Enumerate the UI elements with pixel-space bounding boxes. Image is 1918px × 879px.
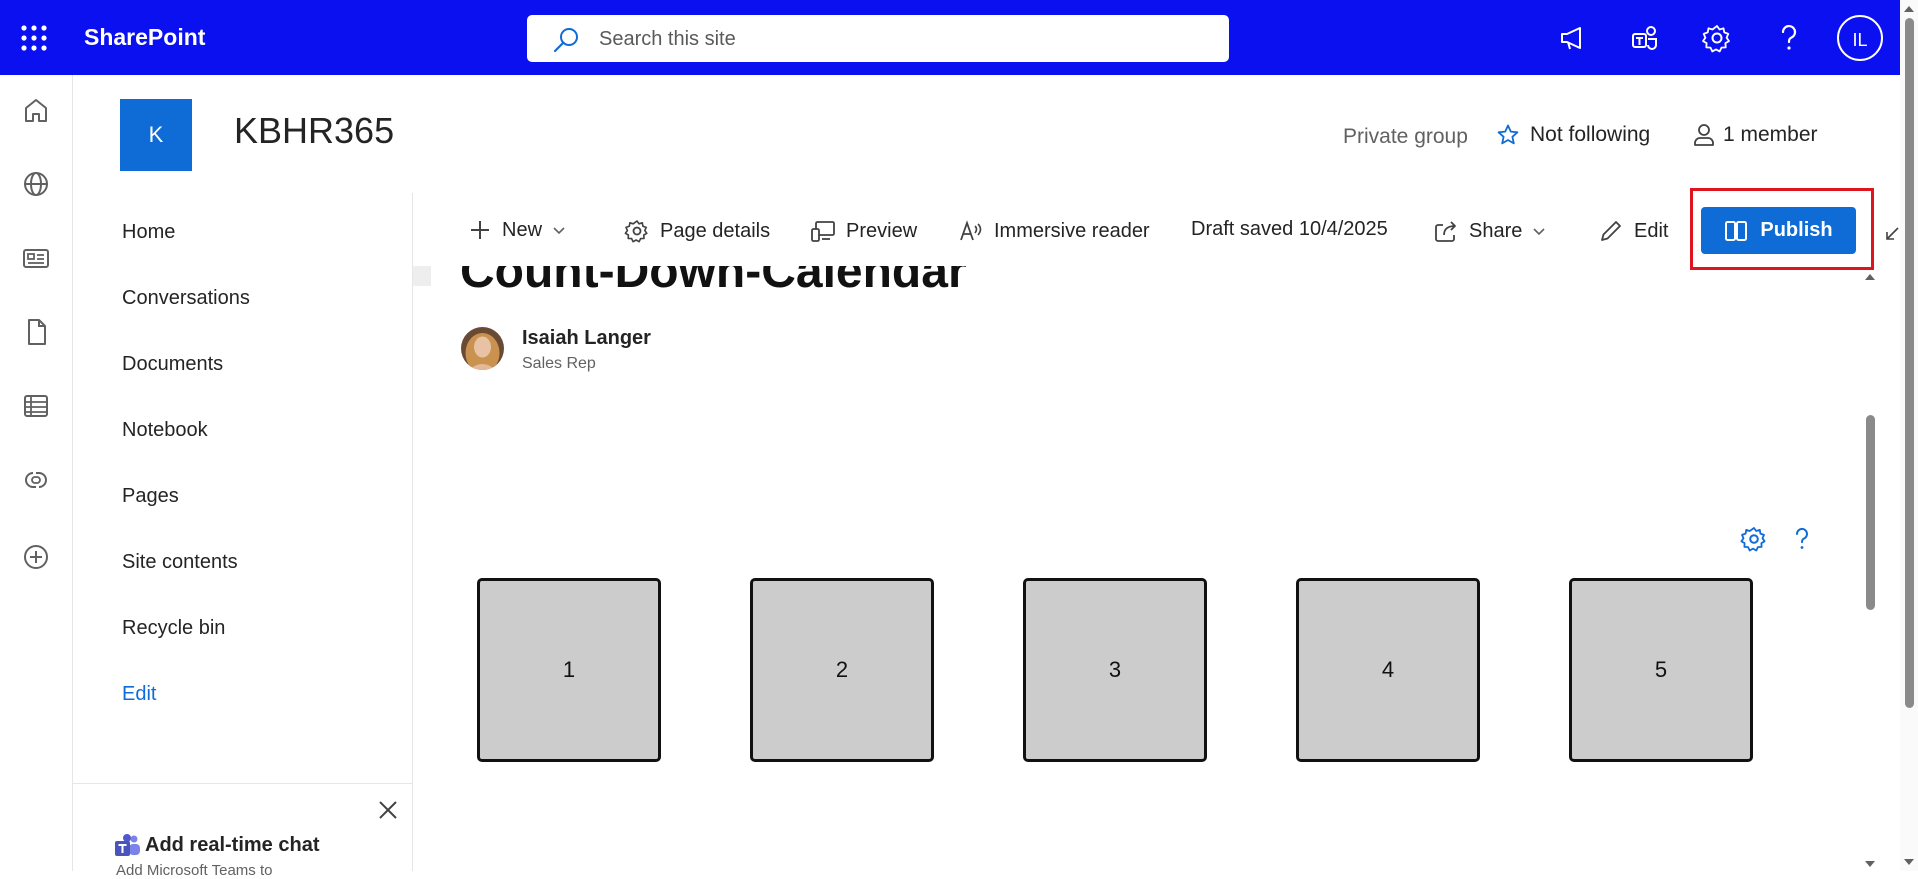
pencil-icon	[1601, 221, 1621, 241]
edit-button[interactable]: Edit	[1598, 218, 1668, 244]
calendar-day-box[interactable]: 3	[1023, 578, 1207, 762]
webpart-help-icon[interactable]	[1788, 525, 1816, 553]
teams-icon	[115, 834, 140, 856]
nav-item-documents[interactable]: Documents	[122, 353, 223, 376]
page-details-label: Page details	[660, 219, 771, 242]
app-launcher-icon[interactable]	[18, 22, 50, 54]
content-scroll-thumb[interactable]	[1866, 415, 1875, 610]
window-scroll-down-arrow-icon[interactable]	[1904, 857, 1914, 867]
privacy-label: Private group	[1343, 125, 1468, 148]
star-icon	[1497, 124, 1519, 145]
calendar-day-box[interactable]: 4	[1296, 578, 1480, 762]
megaphone-icon[interactable]	[1555, 20, 1591, 56]
preview-button[interactable]: Preview	[810, 218, 917, 244]
nav-item-conversations[interactable]: Conversations	[122, 287, 250, 310]
calendar-day-box[interactable]: 2	[750, 578, 934, 762]
globe-icon[interactable]	[20, 168, 52, 200]
window-scroll-up-arrow-icon[interactable]	[1904, 4, 1914, 14]
chevron-down-icon	[553, 227, 565, 235]
share-icon	[1435, 221, 1456, 242]
publish-highlight-box	[1690, 188, 1874, 270]
create-plus-icon[interactable]	[20, 541, 52, 573]
nav-item-home[interactable]: Home	[122, 221, 175, 244]
search-placeholder: Search this site	[599, 28, 736, 50]
app-rail	[0, 75, 73, 871]
webpart-settings-icon[interactable]	[1740, 525, 1768, 553]
sharepoint-brand[interactable]: SharePoint	[84, 24, 205, 51]
chat-promo-title[interactable]: Add real-time chat	[145, 834, 319, 857]
site-navigation: Home Conversations Documents Notebook Pa…	[72, 193, 413, 871]
follow-button[interactable]: Not following	[1496, 123, 1650, 147]
chat-promo-panel: Add real-time chat Add Microsoft Teams t…	[72, 783, 412, 879]
follow-label: Not following	[1530, 123, 1651, 146]
site-title[interactable]: KBHR365	[234, 110, 394, 152]
new-label: New	[502, 218, 543, 241]
content-scrollbar[interactable]	[1862, 270, 1878, 871]
window-scrollbar[interactable]	[1900, 0, 1918, 871]
settings-icon[interactable]	[1699, 20, 1735, 56]
page-details-button[interactable]: Page details	[624, 218, 770, 244]
author-photo	[461, 327, 504, 370]
lists-icon[interactable]	[20, 390, 52, 422]
author-avatar[interactable]	[461, 327, 504, 370]
preview-devices-icon	[811, 221, 835, 242]
gear-icon	[624, 220, 648, 243]
nav-item-site-contents[interactable]: Site contents	[122, 551, 238, 574]
draft-status: Draft saved 10/4/2025	[1191, 218, 1388, 241]
nav-item-recycle-bin[interactable]: Recycle bin	[122, 617, 225, 640]
scroll-down-arrow-icon[interactable]	[1865, 859, 1875, 869]
suite-bar: SharePoint Search this site IL	[0, 0, 1918, 75]
window-scroll-thumb[interactable]	[1905, 18, 1914, 708]
share-button[interactable]: Share	[1433, 218, 1546, 244]
home-icon[interactable]	[20, 94, 52, 126]
nav-item-pages[interactable]: Pages	[122, 485, 179, 508]
share-label: Share	[1469, 219, 1523, 242]
document-icon[interactable]	[20, 316, 52, 348]
members-label: 1 member	[1723, 123, 1818, 146]
plus-icon	[471, 221, 489, 239]
teams-connect-icon[interactable]	[1627, 20, 1663, 56]
calendar-day-box[interactable]: 1	[477, 578, 661, 762]
immersive-reader-label: Immersive reader	[994, 219, 1150, 242]
immersive-reader-button[interactable]: Immersive reader	[958, 218, 1150, 244]
loop-icon[interactable]	[20, 464, 52, 496]
author-role: Sales Rep	[522, 355, 596, 372]
site-logo[interactable]: K	[120, 99, 192, 171]
calendar-day-box[interactable]: 5	[1569, 578, 1753, 762]
collapse-arrow-icon[interactable]	[1884, 226, 1900, 242]
user-avatar[interactable]: IL	[1837, 15, 1883, 61]
members-button[interactable]: 1 member	[1693, 123, 1818, 147]
chevron-down-icon	[1533, 228, 1545, 236]
preview-label: Preview	[846, 219, 918, 242]
scroll-up-arrow-icon[interactable]	[1865, 272, 1875, 282]
search-input[interactable]: Search this site	[527, 15, 1229, 62]
news-icon[interactable]	[20, 242, 52, 274]
draft-status-text: Draft saved 10/4/2025	[1191, 218, 1388, 240]
close-icon[interactable]	[376, 798, 400, 822]
author-name[interactable]: Isaiah Langer	[522, 327, 651, 350]
canvas-edge	[413, 266, 431, 286]
search-icon	[553, 28, 578, 53]
new-button[interactable]: New	[468, 218, 566, 242]
immersive-reader-icon	[960, 220, 982, 241]
nav-edit-link[interactable]: Edit	[122, 683, 156, 706]
edit-label: Edit	[1634, 219, 1669, 242]
nav-item-notebook[interactable]: Notebook	[122, 419, 208, 442]
person-icon	[1694, 124, 1714, 146]
help-icon[interactable]	[1771, 20, 1807, 56]
